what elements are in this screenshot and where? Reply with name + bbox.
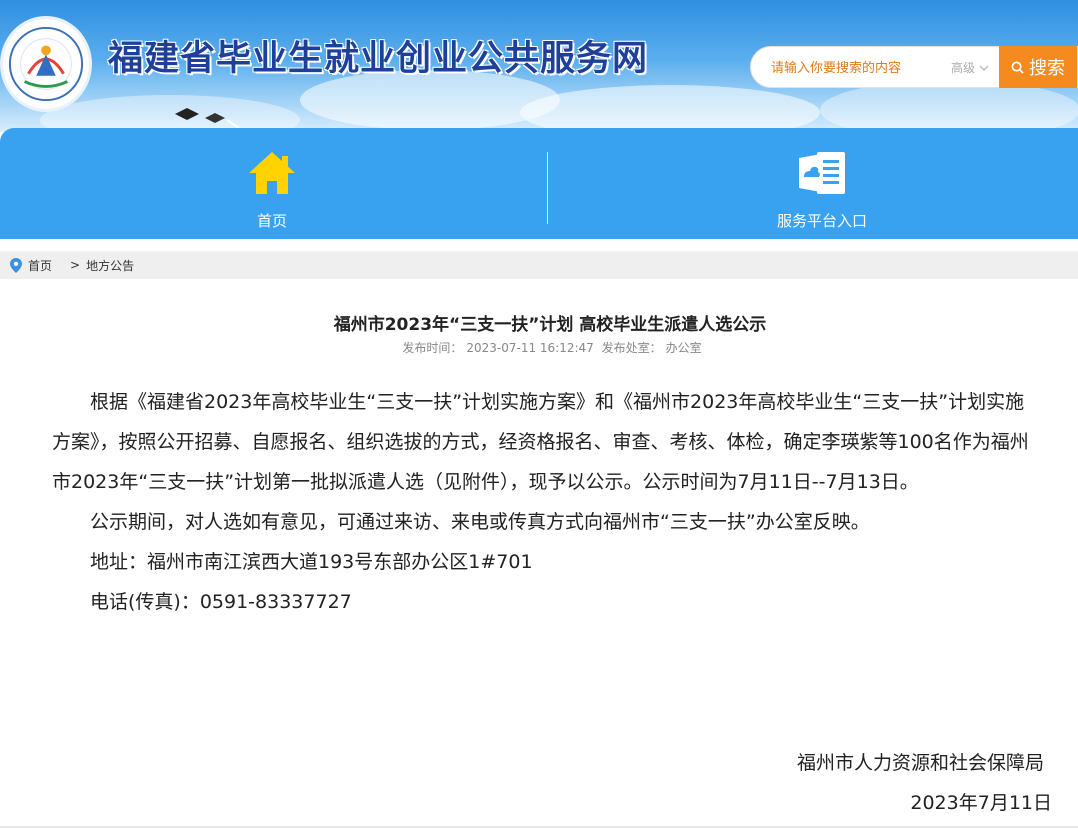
article-signature: 福州市人力资源和社会保障局 2023年7月11日 [796,743,1052,823]
nav-item-service-platform-label: 服务平台入口 [776,212,867,230]
publish-time: 2023-07-11 16:12:47 [466,341,594,355]
nav-divider [547,152,548,224]
location-pin-icon [10,257,22,273]
search-bar: 高级 搜索 [750,46,1078,88]
signature-date: 2023年7月11日 [910,792,1052,814]
article-paragraph: 根据《福建省2023年高校毕业生“三支一扶”计划实施方案》和《福州市2023年高… [52,391,1029,493]
document-cloud-icon [799,152,845,194]
article-title: 福州市2023年“三支一扶”计划 高校毕业生派遣人选公示 [333,315,767,335]
home-icon [249,152,295,194]
nav-item-home-label: 首页 [256,212,287,230]
nav-item-service-platform[interactable]: 服务平台入口 [672,128,972,239]
article-body: 根据《福建省2023年高校毕业生“三支一扶”计划实施方案》和《福州市2023年高… [52,382,1042,622]
site-logo-emblem-icon [8,26,84,102]
signature-organization: 福州市人力资源和社会保障局 [796,752,1044,774]
advanced-search-label: 高级 [951,61,976,75]
search-icon [1011,61,1024,74]
article-phone: 电话(传真)：0591-83337727 [90,591,352,613]
article-paragraph: 公示期间，对人选如有意见，可通过来访、来电或传真方式向福州市“三支一扶”办公室反… [90,511,870,533]
header-banner: 福建省毕业生就业创业公共服务网 高级 搜索 [0,0,1078,132]
nav-item-home[interactable]: 首页 [122,128,422,239]
main-nav: 首页 服务平台入口 [0,128,1078,239]
chevron-down-icon [979,65,989,71]
breadcrumb: 首页 > 地方公告 [0,251,1078,279]
site-title[interactable]: 福建省毕业生就业创业公共服务网 [108,30,648,81]
advanced-search-dropdown[interactable]: 高级 [951,59,989,76]
article-address: 地址：福州市南江滨西大道193号东部办公区1#701 [90,551,533,573]
article-meta: 发布时间： 2023-07-11 16:12:47 发布处室： 办公室 [0,339,1078,356]
publish-office-label: 发布处室： [601,341,662,355]
breadcrumb-current[interactable]: 地方公告 [86,257,134,274]
publish-office: 办公室 [665,341,702,355]
search-button-label: 搜索 [1029,58,1065,79]
publish-time-label: 发布时间： [402,341,463,355]
breadcrumb-separator: > [70,258,81,272]
search-input[interactable] [771,57,941,79]
site-logo[interactable] [0,16,92,112]
breadcrumb-home-link[interactable]: 首页 [28,257,52,274]
search-button[interactable]: 搜索 [999,46,1077,88]
